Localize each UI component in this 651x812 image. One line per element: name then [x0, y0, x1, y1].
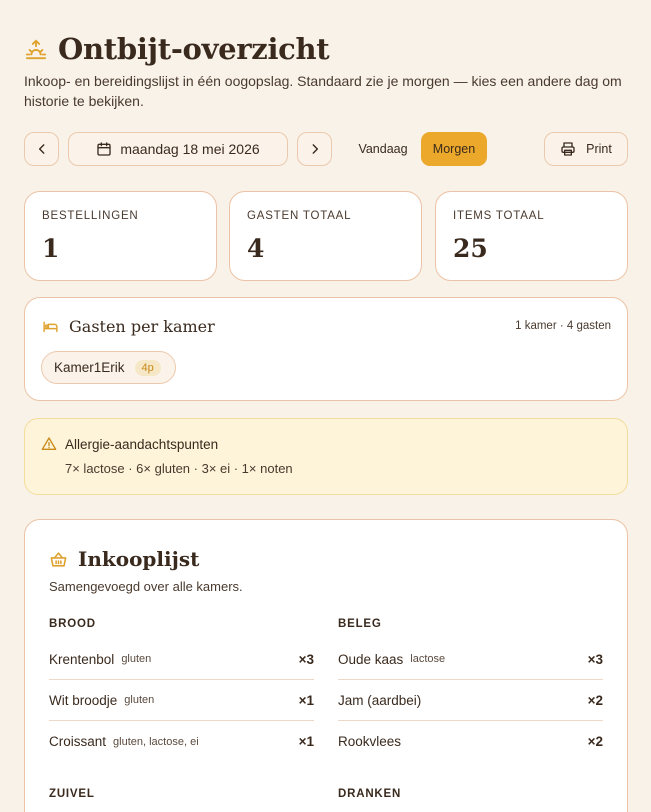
page-subtitle: Inkoop- en bereidingslijst in één oogops… — [24, 73, 622, 109]
item-name: Oude kaas — [338, 651, 404, 667]
next-day-button[interactable] — [297, 132, 332, 166]
chevron-left-icon — [38, 144, 44, 154]
item-quantity: ×3 — [587, 651, 603, 667]
shopping-title: Inkooplijst — [78, 547, 200, 571]
calendar-icon — [97, 142, 111, 156]
list-item: Krentenbol gluten ×3 — [49, 639, 314, 680]
warning-icon — [41, 437, 57, 450]
chevron-right-icon — [312, 144, 318, 154]
category-title: BELEG — [338, 618, 382, 630]
allergy-notice: Allergie-aandachtspunten 7× lactose · 6×… — [24, 418, 628, 495]
date-picker-button[interactable]: maandag 18 mei 2026 — [68, 132, 288, 166]
item-name: Jam (aardbei) — [338, 692, 422, 708]
list-item: Wit broodje gluten ×1 — [49, 680, 314, 721]
allergy-header: Allergie-aandachtspunten — [41, 436, 218, 452]
shopping-header: Inkooplijst — [49, 547, 199, 571]
list-item: Croissant gluten, lactose, ei ×1 — [49, 721, 314, 762]
item-name: Krentenbol — [49, 651, 115, 667]
sunrise-icon — [24, 37, 48, 61]
tomorrow-button[interactable]: Morgen — [421, 132, 487, 166]
stat-card-items: ITEMS TOTAAL 25 — [435, 191, 628, 281]
item-quantity: ×2 — [587, 734, 603, 749]
printer-icon — [561, 142, 575, 156]
item-quantity: ×2 — [587, 692, 603, 708]
item-name: Rookvlees — [338, 734, 402, 749]
basket-icon — [50, 551, 67, 567]
stat-label: GASTEN TOTAAL — [247, 210, 352, 222]
item-quantity: ×1 — [298, 692, 314, 708]
print-label: Print — [586, 142, 612, 156]
item-quantity: ×3 — [298, 651, 314, 667]
guests-per-room-card: Gasten per kamer 1 kamer · 4 gasten Kame… — [24, 297, 628, 401]
guests-header: Gasten per kamer — [42, 317, 215, 336]
stat-card-guests: GASTEN TOTAAL 4 — [229, 191, 422, 281]
stat-value: 4 — [247, 234, 265, 263]
print-button[interactable]: Print — [544, 132, 628, 166]
item-quantity: ×1 — [298, 734, 314, 749]
item-allergen-tag: lactose — [410, 653, 446, 665]
shopping-subtitle: Samengevoegd over alle kamers. — [49, 579, 243, 594]
stat-label: ITEMS TOTAAL — [453, 210, 545, 222]
previous-day-button[interactable] — [24, 132, 59, 166]
guests-title: Gasten per kamer — [69, 317, 215, 336]
stat-label: BESTELLINGEN — [42, 210, 139, 222]
list-item: Jam (aardbei) ×2 — [338, 680, 603, 721]
stat-value: 1 — [42, 234, 60, 263]
item-allergen-tag: gluten, lactose, ei — [113, 735, 199, 748]
room-name: Kamer1Erik — [54, 360, 125, 375]
room-chip[interactable]: Kamer1Erik 4p — [41, 351, 176, 384]
stat-card-orders: BESTELLINGEN 1 — [24, 191, 217, 281]
list-item: Rookvlees ×2 — [338, 721, 603, 762]
guests-summary: 1 kamer · 4 gasten — [515, 320, 611, 332]
stat-value: 25 — [453, 234, 488, 263]
page-title: Ontbijt-overzicht — [58, 32, 330, 66]
bed-icon — [43, 321, 58, 333]
date-toolbar: maandag 18 mei 2026 Vandaag Morgen Print — [24, 131, 628, 167]
today-button[interactable]: Vandaag — [348, 132, 418, 166]
item-name: Croissant — [49, 734, 107, 749]
category-title: BROOD — [49, 618, 96, 630]
allergy-details: 7× lactose · 6× gluten · 3× ei · 1× note… — [65, 461, 293, 476]
shopping-list-card: Inkooplijst Samengevoegd over alle kamer… — [24, 519, 628, 812]
list-item: Oude kaas lactose ×3 — [338, 639, 603, 680]
item-allergen-tag: gluten — [121, 653, 152, 665]
allergy-title: Allergie-aandachtspunten — [65, 436, 219, 452]
room-guest-count-badge: 4p — [134, 359, 161, 376]
page-header: Ontbijt-overzicht — [24, 32, 330, 66]
selected-date: maandag 18 mei 2026 — [120, 141, 260, 157]
item-name: Wit broodje — [49, 692, 118, 708]
category-title: ZUIVEL — [49, 788, 95, 800]
item-allergen-tag: gluten — [124, 694, 155, 706]
category-title: DRANKEN — [338, 788, 402, 800]
